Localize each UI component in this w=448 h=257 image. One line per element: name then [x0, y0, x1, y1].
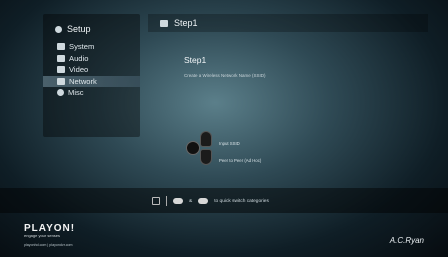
monitor-icon — [57, 43, 65, 51]
quick-switch-hint: & to quick switch categories — [152, 196, 269, 206]
playon-logo: PLAYON! engage your senses playonhd.com … — [24, 223, 76, 247]
sidebar-menu: System Audio Video Network Misc — [43, 41, 140, 99]
option-input-ssid[interactable]: Input SSID — [219, 141, 240, 146]
step-description: Create a Wireless Network Name (SSID) — [184, 73, 266, 78]
right-button-icon — [198, 198, 209, 204]
sidebar-item-video[interactable]: Video — [43, 64, 140, 76]
step-title: Step1 — [184, 55, 207, 65]
category-key-icon — [152, 197, 160, 205]
option-peer-to-peer[interactable]: Peer to Peer (Ad Hoc) — [219, 158, 261, 163]
enter-button[interactable] — [186, 141, 200, 155]
audio-icon — [57, 54, 65, 62]
network-icon — [57, 77, 65, 85]
left-button-icon — [173, 198, 183, 204]
sidebar-title: Setup — [55, 24, 91, 34]
gear-icon — [55, 25, 62, 33]
info-icon — [57, 89, 64, 97]
down-arrow-icon[interactable] — [200, 149, 212, 165]
step-content: Step1 Create a Wireless Network Name (SS… — [184, 55, 266, 78]
setup-sidebar: Setup System Audio Video Network Misc — [43, 14, 140, 137]
network-icon — [160, 19, 168, 27]
video-icon — [57, 66, 65, 74]
divider — [166, 196, 167, 206]
sidebar-item-network[interactable]: Network — [43, 75, 140, 87]
sidebar-item-misc[interactable]: Misc — [43, 87, 140, 99]
sidebar-item-system[interactable]: System — [43, 41, 140, 53]
page-header: Step1 — [148, 14, 428, 32]
sidebar-item-audio[interactable]: Audio — [43, 53, 140, 65]
remote-dpad — [186, 131, 212, 165]
up-arrow-icon[interactable] — [200, 131, 212, 147]
acryan-logo: A.C.Ryan — [389, 236, 424, 245]
